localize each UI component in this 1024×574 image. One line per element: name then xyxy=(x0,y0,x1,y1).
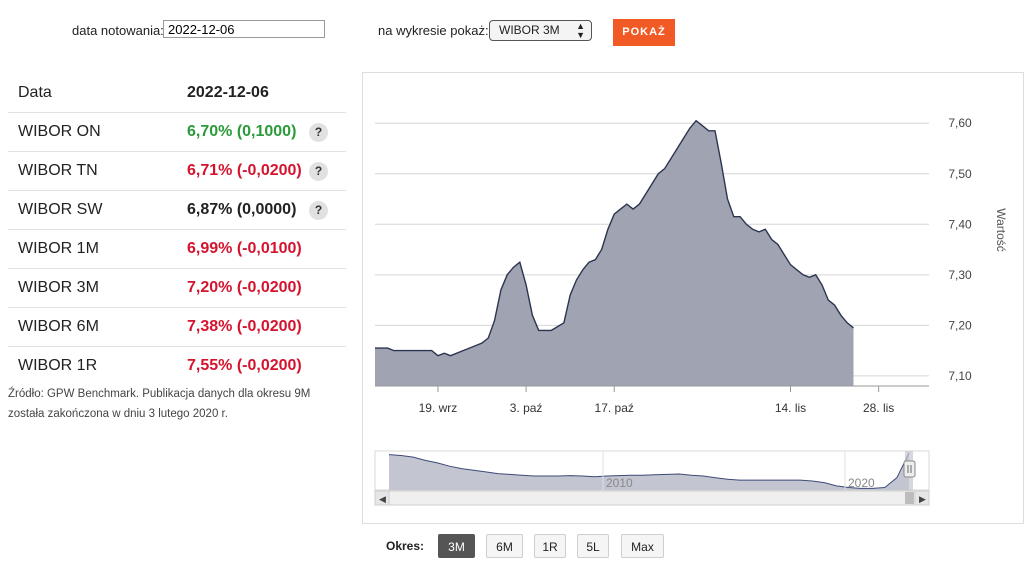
table-row: WIBOR SW 6,87% (0,0000) ? xyxy=(8,191,346,230)
rate-name: WIBOR 1M xyxy=(18,240,99,257)
y-tick-label: 7,50 xyxy=(948,167,972,181)
y-tick-label: 7,40 xyxy=(948,217,972,231)
period-label: Okres: xyxy=(386,539,425,553)
table-header: Data 2022-12-06 xyxy=(8,74,346,113)
chart-select-label: na wykresie pokaż: xyxy=(378,23,489,38)
date-input[interactable] xyxy=(163,20,325,38)
rates-table: Data 2022-12-06 WIBOR ON 6,70% (0,1000) … xyxy=(8,74,346,385)
rate-name: WIBOR SW xyxy=(18,201,103,218)
y-axis-label: Wartość xyxy=(994,208,1008,252)
rate-value: 7,55% (-0,0200) xyxy=(187,357,302,374)
chart-select-value: WIBOR 3M xyxy=(499,23,560,37)
table-row: WIBOR 1M 6,99% (-0,0100) xyxy=(8,230,346,269)
x-tick-label: 3. paź xyxy=(510,401,543,415)
navigator-scrollbar[interactable] xyxy=(374,490,930,506)
period-6m-button[interactable]: 6M xyxy=(486,534,523,558)
help-icon[interactable]: ? xyxy=(309,201,328,220)
y-tick-label: 7,10 xyxy=(948,369,972,383)
navigator-handle[interactable] xyxy=(903,460,916,478)
period-1r-button[interactable]: 1R xyxy=(534,534,566,558)
table-row: WIBOR 6M 7,38% (-0,0200) xyxy=(8,308,346,347)
x-tick-label: 28. lis xyxy=(863,401,894,415)
header-date-value: 2022-12-06 xyxy=(187,84,269,101)
source-note: Źródło: GPW Benchmark. Publikacja danych… xyxy=(8,388,311,420)
rate-value: 7,38% (-0,0200) xyxy=(187,318,302,335)
y-tick-label: 7,30 xyxy=(948,268,972,282)
rate-name: WIBOR 1R xyxy=(18,357,98,374)
x-tick-label: 14. lis xyxy=(775,401,806,415)
table-row: WIBOR ON 6,70% (0,1000) ? xyxy=(8,113,346,152)
table-row: WIBOR 1R 7,55% (-0,0200) xyxy=(8,347,346,385)
period-3m-button[interactable]: 3M xyxy=(438,534,475,558)
navigator-year-label: 2010 xyxy=(606,476,633,490)
x-tick-label: 19. wrz xyxy=(419,401,458,415)
header-date-label: Data xyxy=(18,84,52,101)
y-tick-label: 7,20 xyxy=(948,318,972,332)
table-row: WIBOR TN 6,71% (-0,0200) ? xyxy=(8,152,346,191)
rate-value: 6,99% (-0,0100) xyxy=(187,240,302,257)
rate-name: WIBOR 6M xyxy=(18,318,99,335)
rate-value: 7,20% (-0,0200) xyxy=(187,279,302,296)
rate-name: WIBOR TN xyxy=(18,162,98,179)
x-tick-label: 17. paź xyxy=(595,401,634,415)
table-row: WIBOR 3M 7,20% (-0,0200) xyxy=(8,269,346,308)
help-icon[interactable]: ? xyxy=(309,123,328,142)
rate-value: 6,71% (-0,0200) xyxy=(187,162,302,179)
rate-name: WIBOR ON xyxy=(18,123,101,140)
select-arrows-icon: ▲ ▼ xyxy=(576,21,585,40)
series-area xyxy=(375,120,854,386)
rate-name: WIBOR 3M xyxy=(18,279,99,296)
period-5l-button[interactable]: 5L xyxy=(577,534,609,558)
rate-value: 6,70% (0,1000) xyxy=(187,123,297,140)
y-tick-label: 7,60 xyxy=(948,116,972,130)
navigator-year-label: 2020 xyxy=(848,476,875,490)
scrollbar-thumb[interactable] xyxy=(905,492,914,504)
help-icon[interactable]: ? xyxy=(309,162,328,181)
wibor-chart[interactable]: 7,10 7,20 7,30 7,40 7,50 7,60 19. wrz 3. paź 17… xyxy=(363,73,1024,525)
rate-value: 6,87% (0,0000) xyxy=(187,201,297,218)
show-button[interactable]: POKAŻ xyxy=(613,19,675,46)
scroll-right-icon: ▶ xyxy=(919,494,926,504)
period-max-button[interactable]: Max xyxy=(621,534,664,558)
chart-select[interactable]: WIBOR 3M ▲ ▼ xyxy=(489,20,592,41)
chart-container: 7,10 7,20 7,30 7,40 7,50 7,60 19. wrz 3. paź 17… xyxy=(362,72,1024,524)
date-label: data notowania: xyxy=(72,23,164,38)
scroll-left-icon: ◀ xyxy=(379,494,386,504)
